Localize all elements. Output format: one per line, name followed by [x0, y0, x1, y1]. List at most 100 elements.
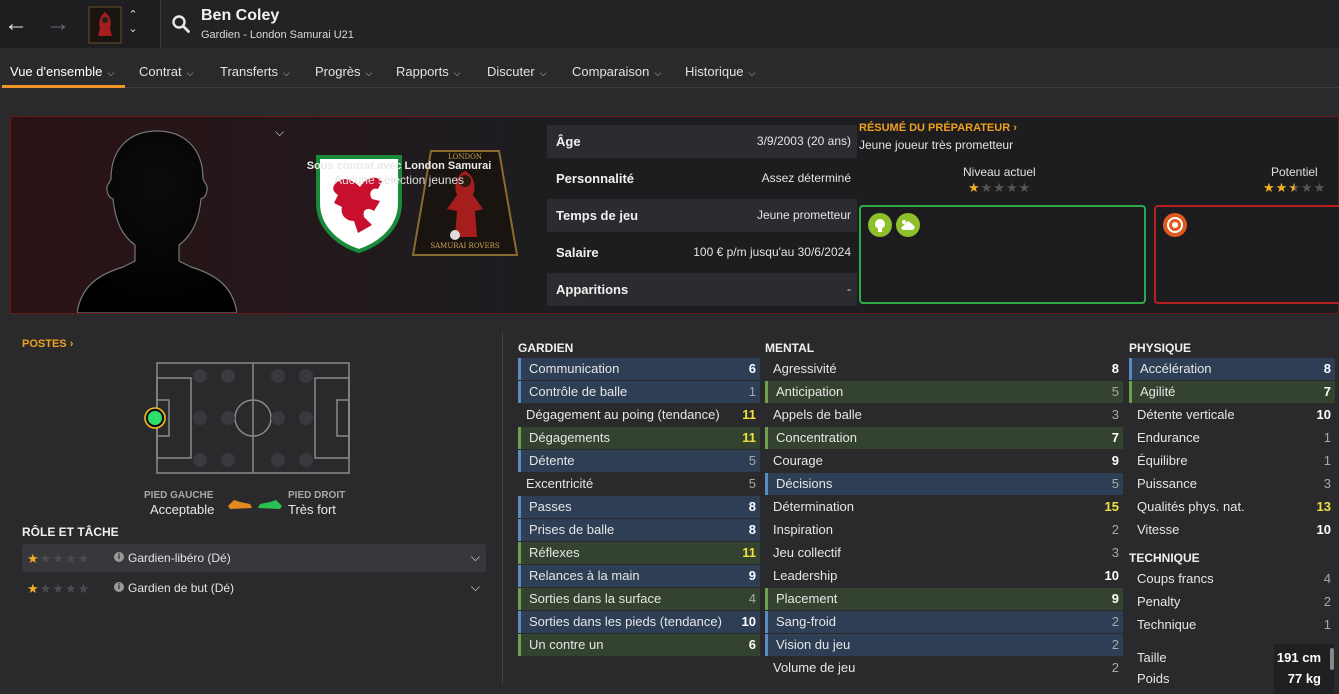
attribute-row[interactable]: Volume de jeu 2	[765, 657, 1123, 679]
attribute-name: Puissance	[1137, 476, 1197, 491]
chevron-down-icon[interactable]: ⌵	[471, 580, 480, 595]
attribute-row[interactable]: Agilité 7	[1129, 381, 1335, 403]
body-stat-value: 191 cm	[1276, 650, 1321, 665]
back-arrow-icon[interactable]: ←	[2, 12, 30, 36]
attribute-row[interactable]: Excentricité 5	[518, 473, 760, 495]
attribute-row[interactable]: Prises de balle 8	[518, 519, 760, 541]
forward-arrow-icon[interactable]: →	[44, 12, 72, 36]
info-row-salary[interactable]: Salaire 100 € p/m jusqu'au 30/6/2024	[547, 234, 857, 271]
scrollbar[interactable]	[1330, 648, 1334, 670]
attribute-row[interactable]: Technique 1	[1129, 614, 1335, 636]
attribute-value: 8	[748, 522, 756, 537]
attribute-row[interactable]: Sorties dans les pieds (tendance) 10	[518, 611, 760, 633]
attribute-row[interactable]: Vitesse 10	[1129, 519, 1335, 541]
attribute-row[interactable]: Puissance 3	[1129, 473, 1335, 495]
attribute-row[interactable]: Détente 5	[518, 450, 760, 472]
attribute-value: 2	[1323, 594, 1331, 609]
attribute-value: 8	[748, 499, 756, 514]
attribute-value: 9	[1111, 453, 1119, 468]
tab-discuss[interactable]: Discuter ⌵	[487, 64, 547, 79]
attribute-row[interactable]: Passes 8	[518, 496, 760, 518]
tab-comparison[interactable]: Comparaison ⌵	[572, 64, 661, 79]
attribute-row[interactable]: Qualités phys. nat. 13	[1129, 496, 1335, 518]
attribute-row[interactable]: Jeu collectif 3	[765, 542, 1123, 564]
attribute-row[interactable]: Accélération 8	[1129, 358, 1335, 380]
attribute-value: 11	[742, 430, 756, 445]
attribute-value: 10	[741, 614, 756, 629]
current-level-stars: ★★★★★	[968, 180, 1032, 195]
attribute-value: 4	[1323, 571, 1331, 586]
attribute-value: 1	[1323, 617, 1331, 632]
attribute-row[interactable]: Concentration 7	[765, 427, 1123, 449]
tab-contract[interactable]: Contrat ⌵	[139, 64, 193, 79]
role-row[interactable]: ★★★★★ i Gardien de but (Dé) ⌵	[22, 574, 486, 602]
attribute-row[interactable]: Réflexes 11	[518, 542, 760, 564]
info-icon[interactable]: i	[114, 552, 124, 562]
attribute-row[interactable]: Équilibre 1	[1129, 450, 1335, 472]
attribute-row[interactable]: Courage 9	[765, 450, 1123, 472]
tab-reports[interactable]: Rapports ⌵	[396, 64, 461, 79]
attribute-row[interactable]: Inspiration 2	[765, 519, 1123, 541]
search-box[interactable]: Ben Coley Gardien - London Samurai U21	[160, 0, 1339, 48]
attribute-row[interactable]: Endurance 1	[1129, 427, 1335, 449]
positions-link[interactable]: POSTES ›	[22, 338, 73, 350]
goalkeeping-title: GARDIEN	[518, 341, 574, 355]
info-row-personality[interactable]: Personnalité Assez déterminé	[547, 160, 857, 197]
attribute-name: Décisions	[776, 476, 833, 491]
attribute-row[interactable]: Un contre un 6	[518, 634, 760, 656]
attribute-row[interactable]: Anticipation 5	[765, 381, 1123, 403]
role-stars: ★★★★★	[27, 581, 91, 596]
goalkeeper-position-marker[interactable]	[144, 407, 166, 429]
boot-icon[interactable]	[896, 213, 920, 237]
chevron-down-icon: ⌵	[283, 68, 290, 78]
right-foot-label: PIED DROIT	[288, 490, 346, 501]
body-stat-value: 77 kg	[1287, 671, 1321, 686]
attribute-row[interactable]: Agressivité 8	[765, 358, 1123, 380]
info-row-appearances[interactable]: Apparitions -	[547, 271, 857, 308]
attribute-row[interactable]: Sorties dans la surface 4	[518, 588, 760, 610]
info-row-age: Âge 3/9/2003 (20 ans)	[547, 123, 857, 160]
attribute-name: Appels de balle	[773, 407, 862, 422]
tab-history[interactable]: Historique ⌵	[685, 64, 755, 79]
brain-icon[interactable]	[868, 213, 892, 237]
info-row-playing-time[interactable]: Temps de jeu Jeune prometteur	[547, 197, 857, 234]
attribute-name: Excentricité	[526, 476, 594, 491]
attribute-row[interactable]: Contrôle de balle 1	[518, 381, 760, 403]
tab-transfers[interactable]: Transferts ⌵	[220, 64, 290, 79]
info-icon[interactable]: i	[114, 582, 124, 592]
tab-overview[interactable]: Vue d'ensemble ⌵	[10, 64, 114, 79]
attribute-row[interactable]: Détente verticale 10	[1129, 404, 1335, 426]
player-switch-arrows-icon[interactable]: ⌃ ⌄	[126, 8, 140, 36]
attribute-row[interactable]: Relances à la main 9	[518, 565, 760, 587]
technical-title: TECHNIQUE	[1129, 551, 1200, 565]
attribute-name: Relances à la main	[529, 568, 640, 583]
tab-progress[interactable]: Progrès ⌵	[315, 64, 372, 79]
attribute-value: 6	[748, 361, 756, 376]
attribute-name: Contrôle de balle	[529, 384, 628, 399]
attribute-row[interactable]: Placement 9	[765, 588, 1123, 610]
attribute-row[interactable]: Appels de balle 3	[765, 404, 1123, 426]
target-icon[interactable]	[1163, 213, 1187, 237]
strengths-box	[859, 205, 1146, 304]
collapse-chevron-icon[interactable]: ⌵	[275, 125, 284, 140]
attribute-row[interactable]: Penalty 2	[1129, 591, 1335, 613]
role-row[interactable]: ★★★★★ i Gardien-libéro (Dé) ⌵	[22, 544, 486, 572]
attribute-row[interactable]: Dégagements 11	[518, 427, 760, 449]
chevron-down-icon[interactable]: ⌵	[471, 550, 480, 565]
attribute-row[interactable]: Coups francs 4	[1129, 568, 1335, 590]
club-crest-icon[interactable]	[88, 6, 122, 44]
attribute-name: Endurance	[1137, 430, 1200, 445]
physical-title: PHYSIQUE	[1129, 341, 1192, 355]
attribute-row[interactable]: Communication 6	[518, 358, 760, 380]
attribute-row[interactable]: Détermination 15	[765, 496, 1123, 518]
player-subtitle: Gardien - London Samurai U21	[201, 29, 354, 41]
attribute-name: Détermination	[773, 499, 854, 514]
body-stat-name: Taille	[1137, 650, 1167, 665]
attribute-row[interactable]: Dégagement au poing (tendance) 11	[518, 404, 760, 426]
attribute-value: 1	[1323, 453, 1331, 468]
coach-summary-link[interactable]: RÉSUMÉ DU PRÉPARATEUR ›	[859, 122, 1017, 134]
attribute-row[interactable]: Sang-froid 2	[765, 611, 1123, 633]
attribute-row[interactable]: Leadership 10	[765, 565, 1123, 587]
attribute-row[interactable]: Vision du jeu 2	[765, 634, 1123, 656]
attribute-row[interactable]: Décisions 5	[765, 473, 1123, 495]
